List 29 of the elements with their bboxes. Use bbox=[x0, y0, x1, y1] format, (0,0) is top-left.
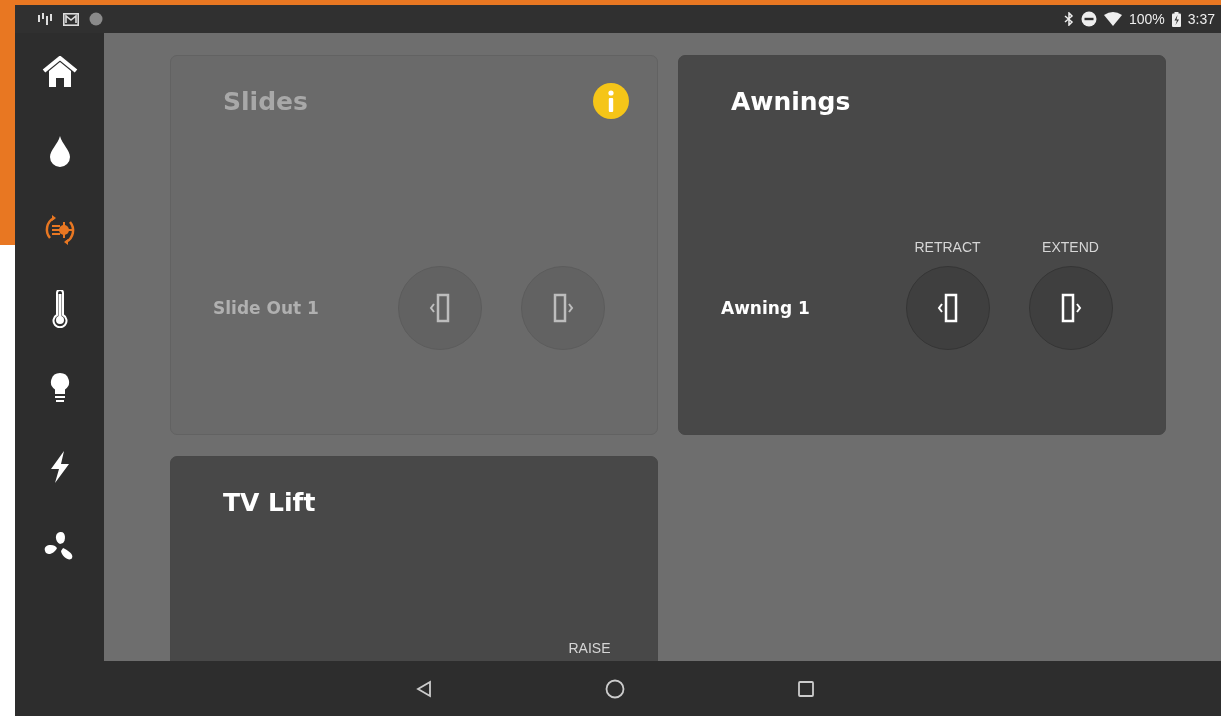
control-label: EXTEND bbox=[1042, 239, 1099, 255]
card-title: Awnings bbox=[731, 86, 851, 116]
house-icon bbox=[41, 56, 78, 88]
clock: 3:37 bbox=[1187, 11, 1215, 27]
water-drop-icon bbox=[48, 135, 71, 167]
control-label: RAISE bbox=[568, 640, 611, 656]
retract-icon bbox=[936, 293, 959, 323]
card-title: Slides bbox=[223, 86, 308, 116]
retract-icon bbox=[428, 293, 451, 323]
wifi-icon bbox=[1103, 12, 1122, 26]
device-name: Slide Out 1 bbox=[213, 298, 319, 318]
thermometer-icon bbox=[51, 290, 68, 328]
recents-square-icon[interactable] bbox=[797, 679, 815, 698]
do-not-disturb-icon bbox=[1080, 11, 1097, 27]
bluetooth-icon bbox=[1063, 12, 1074, 26]
back-icon[interactable] bbox=[415, 679, 433, 698]
mail-icon bbox=[63, 12, 79, 26]
home-circle-icon[interactable] bbox=[605, 678, 625, 699]
extend-icon bbox=[1059, 293, 1082, 323]
control-label: RETRACT bbox=[914, 239, 981, 255]
lightning-bolt-icon bbox=[48, 450, 71, 484]
dot-icon bbox=[89, 12, 103, 26]
light-bulb-icon bbox=[49, 372, 70, 404]
card-title: TV Lift bbox=[223, 487, 316, 517]
battery-percent: 100% bbox=[1128, 11, 1165, 27]
battery-charging-icon bbox=[1171, 11, 1181, 27]
extend-icon bbox=[551, 293, 574, 323]
device-name: Awning 1 bbox=[721, 298, 810, 318]
notification-icon bbox=[37, 12, 53, 26]
